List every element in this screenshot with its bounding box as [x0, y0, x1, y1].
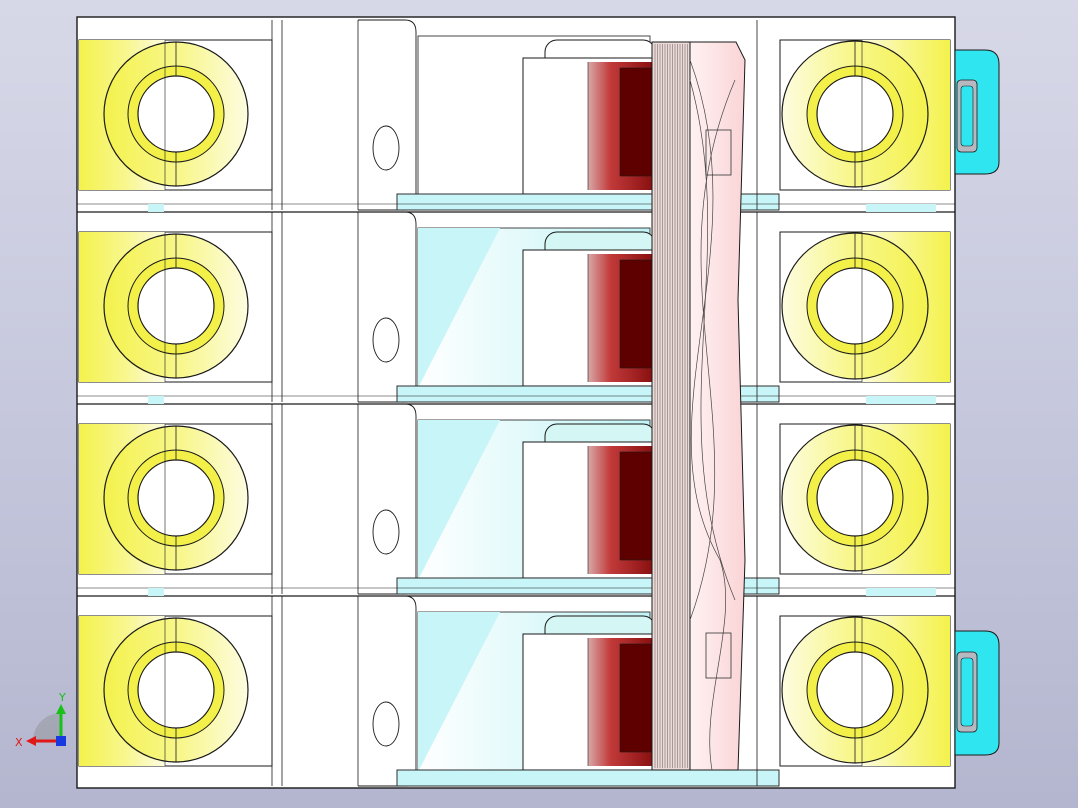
pole-2 — [77, 203, 955, 403]
right-terminal-hole — [816, 267, 894, 345]
breaker-model-view[interactable]: Y X — [0, 0, 1078, 808]
cad-viewport[interactable]: Y X — [0, 0, 1078, 808]
pole-3 — [77, 395, 955, 595]
latch-slot — [372, 509, 400, 555]
latch-slot — [372, 317, 400, 363]
x-axis-label: X — [15, 736, 23, 749]
axis-triad-icon: Y X — [15, 691, 66, 749]
right-terminal-hole — [816, 651, 894, 729]
pole-1 — [78, 19, 951, 211]
right-terminal-hole — [816, 459, 894, 537]
mounting-clip-bottom[interactable] — [954, 630, 1000, 756]
latch-slot — [372, 125, 400, 171]
right-terminal-hole — [816, 75, 894, 153]
mounting-clip-top[interactable] — [954, 49, 1000, 175]
y-axis-label: Y — [58, 691, 66, 704]
separator-strip — [396, 769, 780, 787]
pole-4 — [77, 587, 955, 787]
contact-bar-assembly[interactable] — [651, 41, 746, 771]
latch-slot — [372, 701, 400, 747]
left-terminal-hole — [137, 75, 215, 153]
left-terminal-hole — [137, 651, 215, 729]
left-terminal-hole — [137, 267, 215, 345]
left-terminal-hole — [137, 459, 215, 537]
